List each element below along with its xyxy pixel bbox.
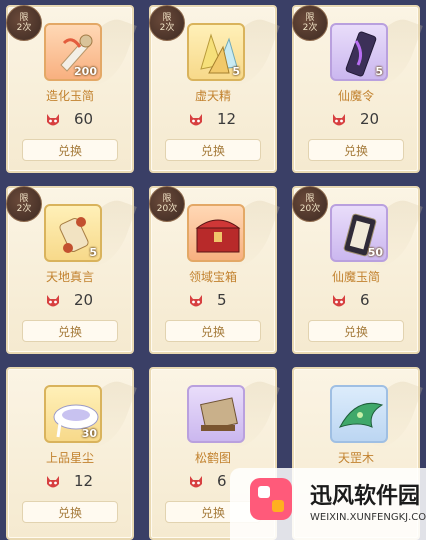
exchange-button[interactable]: 兑换 bbox=[22, 320, 118, 342]
price-value: 12 bbox=[217, 110, 237, 128]
price-value: 5 bbox=[217, 291, 227, 309]
price-row: 60 bbox=[8, 110, 132, 130]
shop-card-1[interactable]: 限 2次 5 虚天精 12 兑换 bbox=[149, 5, 277, 173]
limit-count: 2次 bbox=[16, 23, 32, 33]
shop-card-2[interactable]: 限 2次 5 仙魔令 20 兑换 bbox=[292, 5, 420, 173]
limit-count: 20次 bbox=[156, 204, 178, 214]
limit-label: 限 bbox=[305, 194, 315, 204]
demon-mask-icon bbox=[190, 295, 202, 307]
item-count: 50 bbox=[367, 246, 383, 259]
exchange-button[interactable]: 兑换 bbox=[22, 501, 118, 523]
demon-mask-icon bbox=[190, 476, 202, 488]
price-row: 20 bbox=[294, 110, 418, 130]
item-count: 5 bbox=[375, 65, 383, 78]
item-frame[interactable]: 30 bbox=[44, 385, 102, 443]
item-frame[interactable]: 5 bbox=[330, 23, 388, 81]
price-value: 12 bbox=[74, 472, 94, 490]
shop-card-6[interactable]: 30 上品星尘 12 兑换 bbox=[6, 367, 134, 540]
item-name: 上品星尘 bbox=[45, 451, 94, 465]
watermark-title: 迅风软件园 bbox=[310, 484, 421, 509]
jade-branch-icon bbox=[338, 402, 384, 428]
item-frame[interactable]: 200 bbox=[44, 23, 102, 81]
limit-label: 限 bbox=[162, 194, 172, 204]
shop-card-5[interactable]: 限 20次 50 仙魔玉简 6 兑换 bbox=[292, 186, 420, 354]
price-row: 12 bbox=[8, 472, 132, 492]
limit-label: 限 bbox=[162, 13, 172, 23]
demon-mask-icon bbox=[333, 114, 345, 126]
price-row: 20 bbox=[8, 291, 132, 311]
shop-grid: 限 2次 200 造化玉简 60 兑换 限 2次 5 虚天精 12 兑换 限 2… bbox=[0, 0, 426, 540]
exchange-button[interactable]: 兑换 bbox=[165, 320, 261, 342]
item-frame[interactable] bbox=[187, 204, 245, 262]
watermark: 迅风软件园 WEIXIN.XUNFENGKJ.COM bbox=[230, 468, 426, 540]
item-count: 5 bbox=[89, 246, 97, 259]
price-value: 6 bbox=[217, 472, 227, 490]
painting-scroll-icon bbox=[200, 397, 238, 431]
limit-label: 限 bbox=[19, 194, 29, 204]
exchange-button[interactable]: 兑换 bbox=[22, 139, 118, 161]
price-value: 20 bbox=[74, 291, 94, 309]
item-frame[interactable]: 5 bbox=[187, 23, 245, 81]
limit-count: 2次 bbox=[16, 204, 32, 214]
item-name: 松鹤图 bbox=[194, 451, 231, 465]
limit-count: 2次 bbox=[159, 23, 175, 33]
treasure-chest-icon bbox=[195, 219, 241, 253]
limit-badge: 限 20次 bbox=[149, 186, 185, 222]
item-name: 虚天精 bbox=[194, 89, 231, 103]
item-name: 领域宝箱 bbox=[188, 270, 237, 284]
demon-mask-icon bbox=[333, 295, 345, 307]
demon-mask-icon bbox=[47, 114, 59, 126]
demon-mask-icon bbox=[47, 295, 59, 307]
item-frame[interactable] bbox=[330, 385, 388, 443]
item-count: 30 bbox=[81, 427, 97, 440]
item-frame[interactable]: 5 bbox=[44, 204, 102, 262]
limit-badge: 限 2次 bbox=[6, 5, 42, 41]
limit-count: 2次 bbox=[302, 23, 318, 33]
limit-label: 限 bbox=[19, 13, 29, 23]
limit-badge: 限 2次 bbox=[6, 186, 42, 222]
price-row: 12 bbox=[151, 110, 275, 130]
price-row: 5 bbox=[151, 291, 275, 311]
limit-label: 限 bbox=[305, 13, 315, 23]
limit-badge: 限 20次 bbox=[292, 186, 328, 222]
exchange-button[interactable]: 兑换 bbox=[308, 139, 404, 161]
price-value: 6 bbox=[360, 291, 370, 309]
limit-badge: 限 2次 bbox=[292, 5, 328, 41]
item-name: 天罡木 bbox=[337, 451, 374, 465]
demon-mask-icon bbox=[47, 476, 59, 488]
price-row: 6 bbox=[294, 291, 418, 311]
item-count: 200 bbox=[74, 65, 97, 78]
exchange-button[interactable]: 兑换 bbox=[308, 320, 404, 342]
item-name: 天地真言 bbox=[45, 270, 94, 284]
limit-badge: 限 2次 bbox=[149, 5, 185, 41]
watermark-logo bbox=[250, 478, 292, 520]
shop-card-3[interactable]: 限 2次 5 天地真言 20 兑换 bbox=[6, 186, 134, 354]
item-name: 造化玉简 bbox=[45, 89, 94, 103]
shop-card-0[interactable]: 限 2次 200 造化玉简 60 兑换 bbox=[6, 5, 134, 173]
limit-count: 20次 bbox=[299, 204, 321, 214]
exchange-button[interactable]: 兑换 bbox=[165, 139, 261, 161]
demon-mask-icon bbox=[190, 114, 202, 126]
shop-card-4[interactable]: 限 20次 领域宝箱 5 兑换 bbox=[149, 186, 277, 354]
item-frame[interactable] bbox=[187, 385, 245, 443]
price-value: 60 bbox=[74, 110, 94, 128]
item-name: 仙魔令 bbox=[337, 89, 374, 103]
watermark-url: WEIXIN.XUNFENGKJ.COM bbox=[310, 512, 426, 523]
item-count: 5 bbox=[232, 65, 240, 78]
item-name: 仙魔玉简 bbox=[331, 270, 380, 284]
price-value: 20 bbox=[360, 110, 380, 128]
item-frame[interactable]: 50 bbox=[330, 204, 388, 262]
